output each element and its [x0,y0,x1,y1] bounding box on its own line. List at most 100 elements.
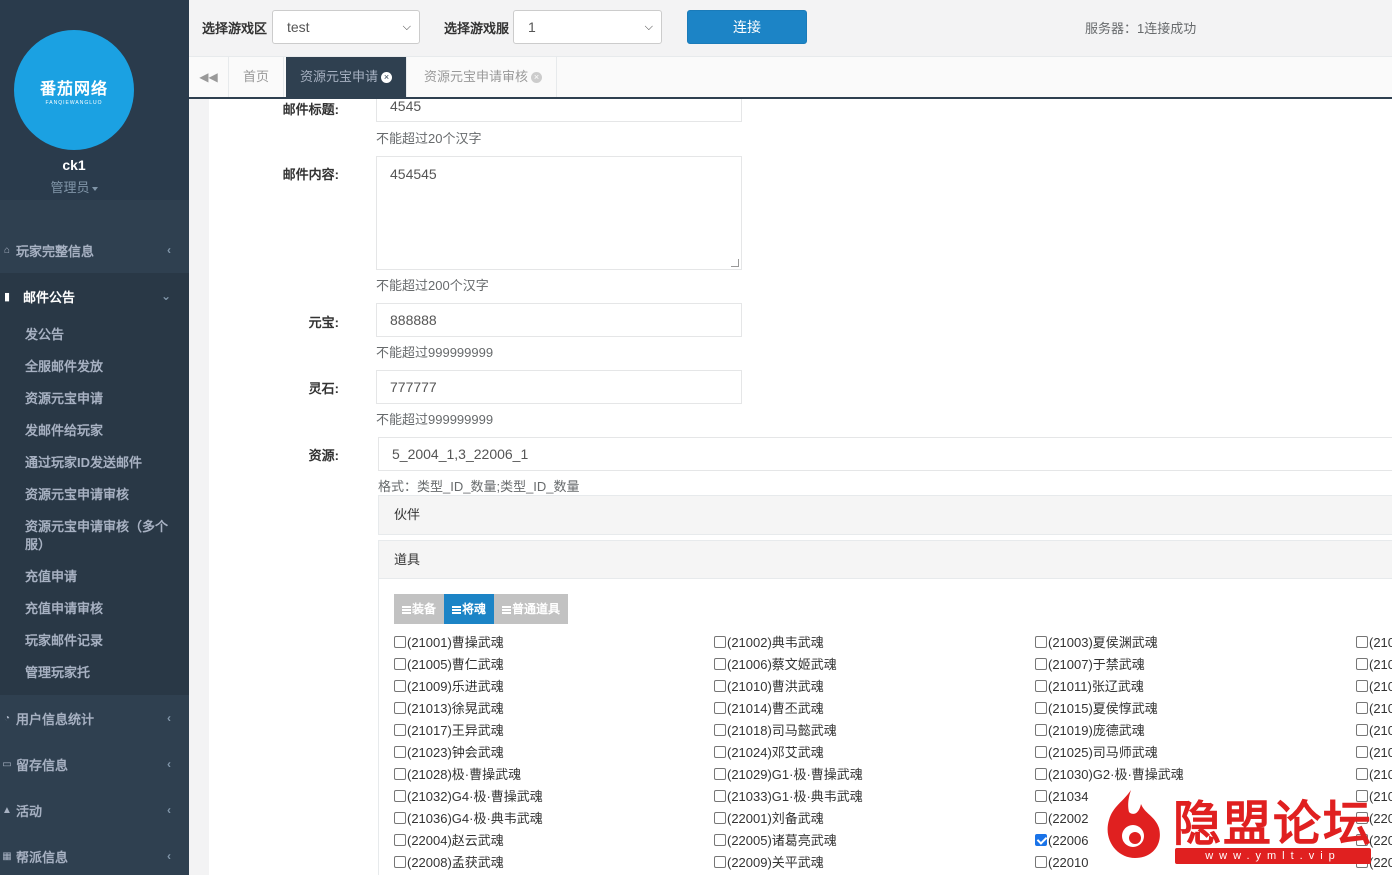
item-checkbox[interactable]: (21029)G1·极·曹操武魂 [714,764,863,786]
item-checkbox[interactable]: (21033)G1·极·典韦武魂 [714,786,863,808]
item-checkbox[interactable]: (21002)典韦武魂 [714,632,824,654]
checkbox[interactable] [1035,658,1047,670]
checkbox[interactable] [394,768,406,780]
checkbox[interactable] [1356,746,1368,758]
item-checkbox[interactable]: (22006 [1035,830,1088,852]
checkbox[interactable] [1035,636,1047,648]
checkbox[interactable] [714,680,726,692]
checkbox[interactable] [714,658,726,670]
item-checkbox[interactable]: (210 [1356,676,1392,698]
checkbox[interactable] [714,768,726,780]
item-checkbox[interactable]: (21023)钟会武魂 [394,742,504,764]
item-checkbox[interactable]: (22009)关平武魂 [714,852,824,874]
item-checkbox[interactable]: (210 [1356,632,1392,654]
item-checkbox[interactable]: (21007)于禁武魂 [1035,654,1145,676]
item-checkbox[interactable]: (22004)赵云武魂 [394,830,504,852]
submenu-item[interactable]: 发公告 [0,319,189,351]
checkbox[interactable] [714,702,726,714]
checkbox[interactable] [1356,724,1368,736]
checkbox[interactable] [1035,834,1047,846]
resource-input[interactable]: 5_2004_1,3_22006_1 [378,437,1392,471]
connect-button[interactable]: 连接 [687,10,807,44]
menu-item-user-stats[interactable]: ◔ 用户信息统计 ‹ [0,695,189,741]
mail-title-input[interactable]: 4545 [376,99,742,122]
checkbox[interactable] [714,790,726,802]
submenu-item[interactable]: 资源元宝申请审核（多个服） [0,511,189,561]
submenu-item[interactable]: 充值申请审核 [0,593,189,625]
server-select[interactable]: 1 ⌵ [513,10,662,44]
item-checkbox[interactable]: (21009)乐进武魂 [394,676,504,698]
item-checkbox[interactable]: (21018)司马懿武魂 [714,720,837,742]
checkbox[interactable] [1035,812,1047,824]
menu-item-mail-notice[interactable]: ▮ 邮件公告 ⌄ [0,273,189,319]
zone-select[interactable]: test ⌵ [272,10,420,44]
checkbox[interactable] [394,746,406,758]
checkbox[interactable] [394,636,406,648]
mail-content-textarea[interactable]: 454545 [376,156,742,270]
menu-item-guild[interactable]: ▦ 帮派信息 ‹ [0,833,189,875]
item-checkbox[interactable]: (21001)曹操武魂 [394,632,504,654]
checkbox[interactable] [714,724,726,736]
item-checkbox[interactable]: (22010 [1035,852,1088,874]
checkbox[interactable] [1035,790,1047,802]
item-checkbox[interactable]: (21011)张辽武魂 [1035,676,1144,698]
checkbox[interactable] [394,724,406,736]
checkbox[interactable] [1035,768,1047,780]
checkbox[interactable] [394,680,406,692]
item-checkbox[interactable]: (21013)徐晃武魂 [394,698,504,720]
item-checkbox[interactable]: (22002 [1035,808,1088,830]
checkbox[interactable] [714,856,726,868]
role-dropdown[interactable]: 管理员 [0,177,148,196]
submenu-item[interactable]: 全服邮件发放 [0,351,189,383]
submenu-item[interactable]: 充值申请 [0,561,189,593]
checkbox[interactable] [714,834,726,846]
submenu-item[interactable]: 资源元宝申请审核 [0,479,189,511]
lingshi-input[interactable]: 777777 [376,370,742,404]
item-checkbox[interactable]: (21019)庞德武魂 [1035,720,1145,742]
item-checkbox[interactable]: (210 [1356,698,1392,720]
item-checkbox[interactable]: (210 [1356,742,1392,764]
submenu-item[interactable]: 管理玩家托 [0,657,189,689]
item-checkbox[interactable]: (21003)夏侯渊武魂 [1035,632,1158,654]
checkbox[interactable] [1035,702,1047,714]
yuanbao-input[interactable]: 888888 [376,303,742,337]
item-checkbox[interactable]: (21014)曹丕武魂 [714,698,824,720]
checkbox[interactable] [394,856,406,868]
item-checkbox[interactable]: (21036)G4·极·典韦武魂 [394,808,543,830]
checkbox[interactable] [1035,680,1047,692]
checkbox[interactable] [714,636,726,648]
item-checkbox[interactable]: (21034 [1035,786,1088,808]
checkbox[interactable] [1356,680,1368,692]
close-icon[interactable]: × [531,72,543,84]
checkbox[interactable] [394,790,406,802]
item-checkbox[interactable]: (21028)极·曹操武魂 [394,764,521,786]
checkbox[interactable] [1356,768,1368,780]
partner-panel[interactable]: 伙伴 [378,495,1392,535]
tab-home[interactable]: 首页 [229,57,285,97]
submenu-item[interactable]: 通过玩家ID发送邮件 [0,447,189,479]
checkbox[interactable] [1035,724,1047,736]
checkbox[interactable] [394,812,406,824]
checkbox[interactable] [1356,702,1368,714]
item-checkbox[interactable]: (210 [1356,720,1392,742]
submenu-item[interactable]: 发邮件给玩家 [0,415,189,447]
equipment-button[interactable]: 装备 [394,594,445,624]
menu-item-retention[interactable]: ▭ 留存信息 ‹ [0,741,189,787]
checkbox[interactable] [394,702,406,714]
soul-button[interactable]: 将魂 [444,594,495,624]
item-checkbox[interactable]: (21010)曹洪武魂 [714,676,824,698]
tab-resource-apply[interactable]: 资源元宝申请 × [286,57,408,97]
item-checkbox[interactable]: (22001)刘备武魂 [714,808,824,830]
checkbox[interactable] [1035,746,1047,758]
item-checkbox[interactable]: (21024)邓艾武魂 [714,742,824,764]
item-checkbox[interactable]: (21005)曹仁武魂 [394,654,504,676]
item-checkbox[interactable]: (21015)夏侯惇武魂 [1035,698,1158,720]
item-checkbox[interactable]: (21017)王异武魂 [394,720,504,742]
checkbox[interactable] [1035,856,1047,868]
checkbox[interactable] [714,746,726,758]
checkbox[interactable] [1356,658,1368,670]
submenu-item[interactable]: 玩家邮件记录 [0,625,189,657]
resize-grip-icon[interactable] [731,259,739,267]
checkbox[interactable] [714,812,726,824]
item-checkbox[interactable]: (21006)蔡文姬武魂 [714,654,837,676]
